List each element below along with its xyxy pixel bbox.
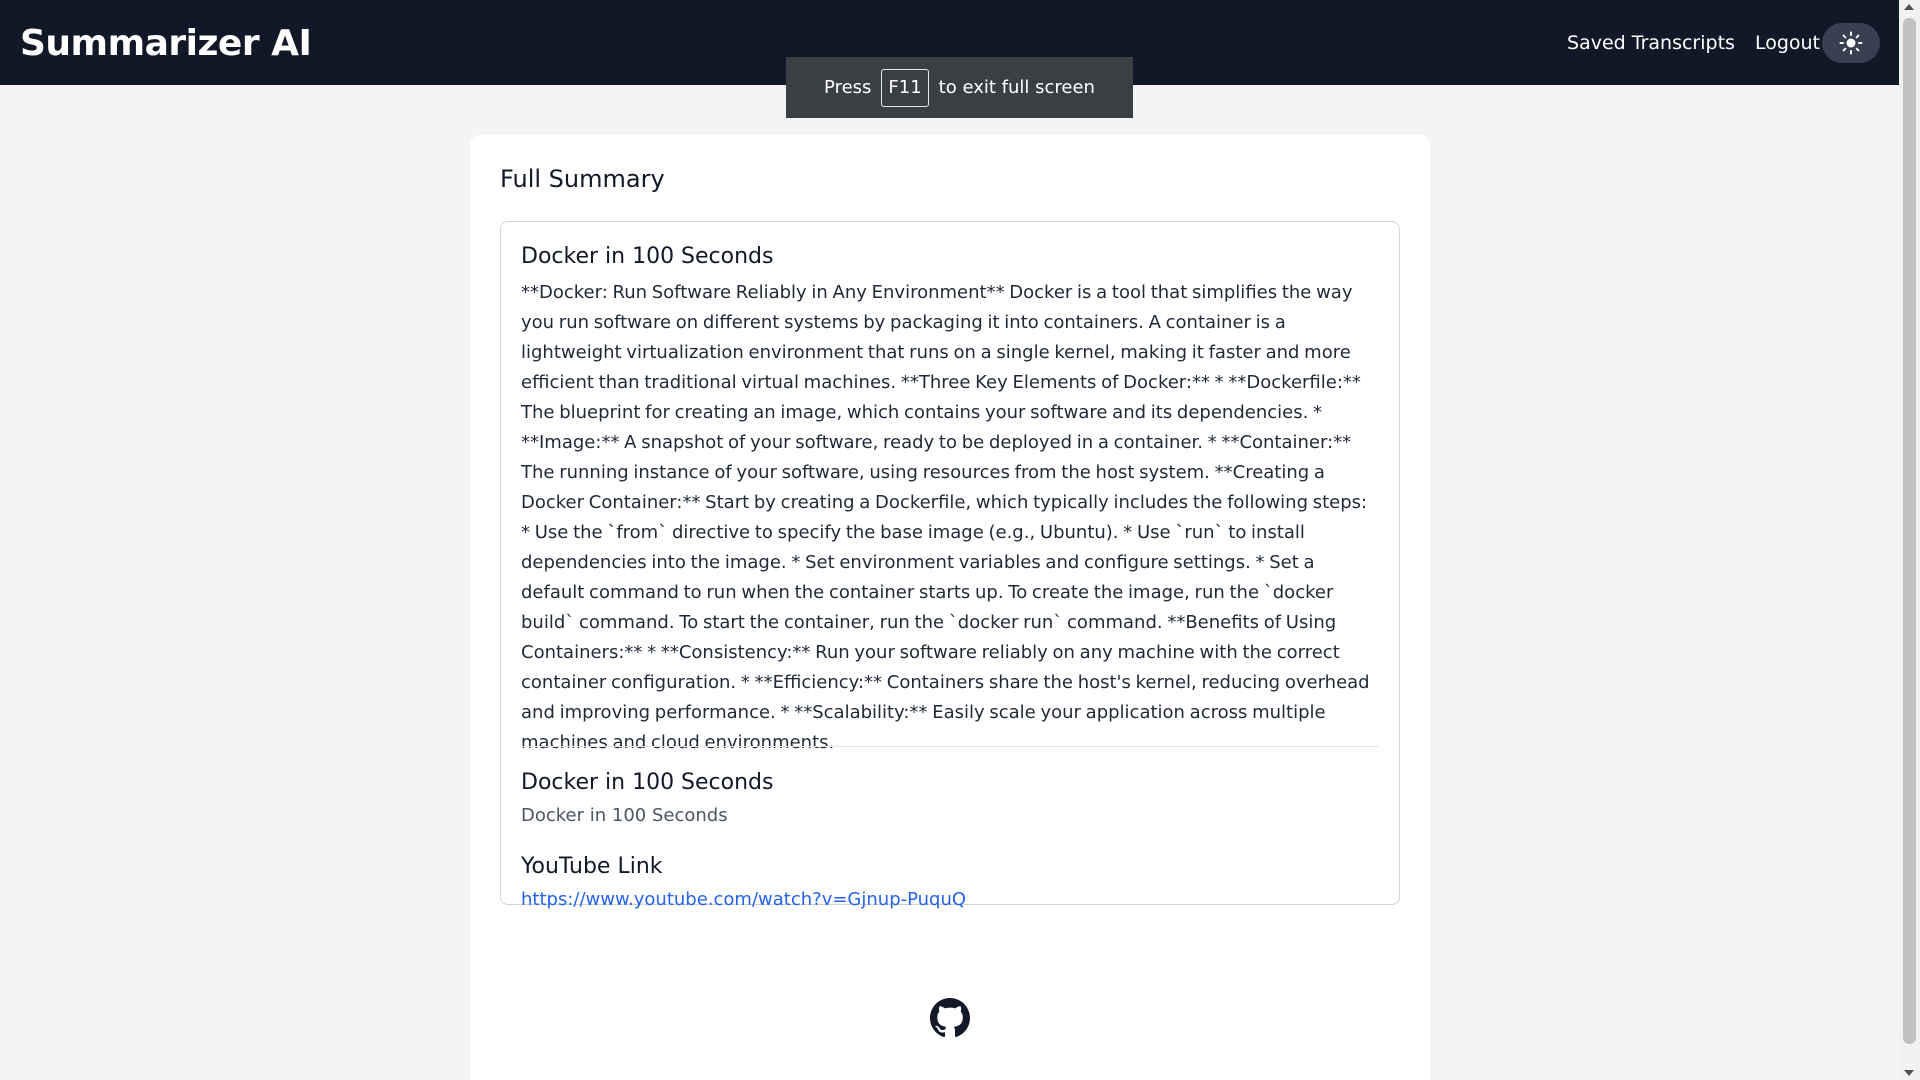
github-icon-svg	[930, 998, 970, 1038]
logout-link[interactable]: Logout	[1755, 23, 1820, 63]
youtube-link[interactable]: https://www.youtube.com/watch?v=Gjnup-Pu…	[521, 889, 966, 910]
video-title-value: Docker in 100 Seconds	[521, 805, 728, 826]
divider	[521, 746, 1379, 747]
youtube-link-heading: YouTube Link	[521, 854, 663, 879]
video-title-heading: Docker in 100 Seconds	[521, 770, 774, 795]
github-icon[interactable]	[930, 998, 970, 1038]
fullscreen-notice: Press F11 to exit full screen	[786, 57, 1133, 118]
fullscreen-notice-prefix: Press	[824, 77, 872, 98]
app-window: Summarizer AI Saved Transcripts Logout P…	[0, 0, 1920, 1080]
page-title: Full Summary	[500, 165, 665, 193]
brand-title: Summarizer AI	[20, 23, 312, 64]
scroll-up-arrow-icon[interactable]	[1904, 4, 1914, 10]
fullscreen-notice-suffix: to exit full screen	[938, 77, 1095, 98]
vertical-scrollbar[interactable]	[1899, 0, 1920, 1080]
fullscreen-key-badge: F11	[881, 68, 929, 107]
summary-details-box: Docker in 100 Seconds **Docker: Run Soft…	[500, 221, 1400, 910]
summary-text: **Docker: Run Software Reliably in Any E…	[521, 282, 1370, 753]
sun-icon	[1839, 31, 1863, 55]
summary-card: Full Summary Docker in 100 Seconds **Doc…	[470, 135, 1430, 1080]
scroll-down-arrow-icon[interactable]	[1904, 1070, 1914, 1076]
summary-heading: Docker in 100 Seconds	[521, 244, 774, 269]
nav-links: Saved Transcripts Logout	[1567, 23, 1880, 63]
theme-toggle-button[interactable]	[1822, 23, 1880, 63]
saved-transcripts-link[interactable]: Saved Transcripts	[1567, 23, 1735, 63]
scrollbar-thumb[interactable]	[1903, 18, 1916, 1044]
